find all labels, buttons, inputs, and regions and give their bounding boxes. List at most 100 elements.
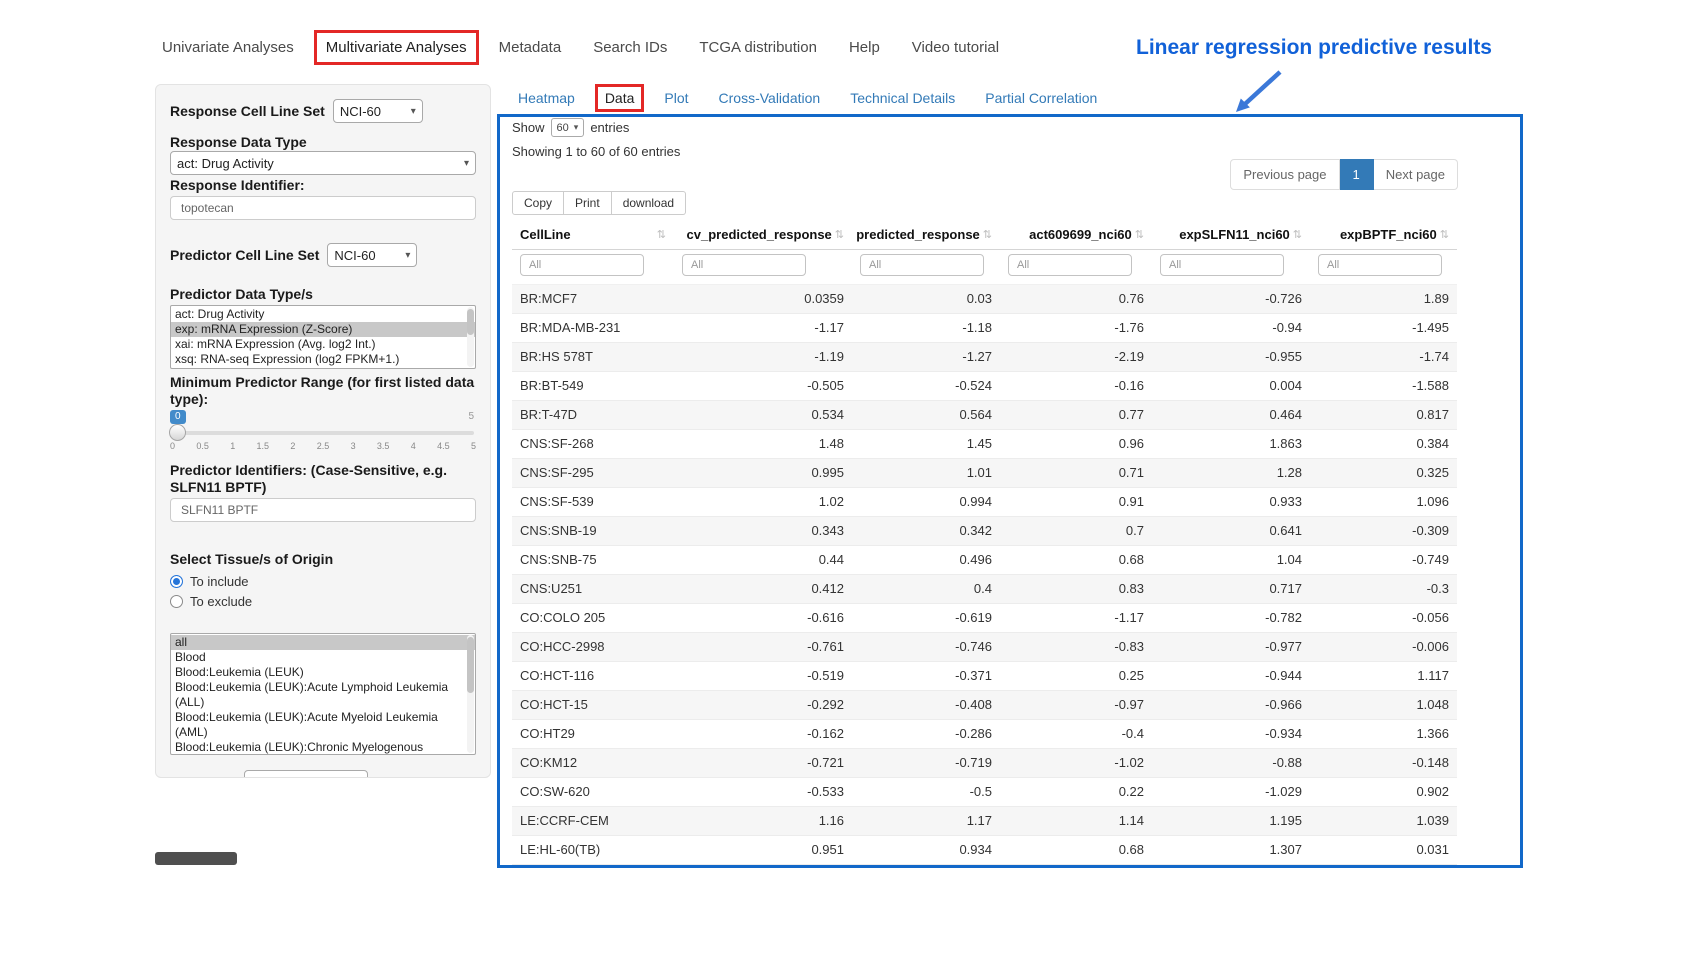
cell-value: 0.933 [1152,487,1310,516]
sort-icon[interactable]: ⇅ [1440,228,1449,241]
filter-input-expbptf-nci60[interactable] [1318,254,1442,276]
cell-value: -0.524 [852,371,1000,400]
radio-to-exclude-row[interactable]: To exclude [170,591,476,611]
response-identifier-input[interactable] [170,196,476,220]
chevron-down-icon: ▾ [464,158,469,169]
cell-value: 0.031 [1310,835,1457,864]
radio-to-include-row[interactable]: To include [170,571,476,591]
filter-input-expslfn11-nci60[interactable] [1160,254,1284,276]
scrollbar[interactable] [467,307,474,367]
cell-value: -0.533 [674,777,852,806]
radio-to-include[interactable] [170,575,183,588]
listbox-option-blood-leukemia-leuk-chronic-myelogenous-leukemia-cml[interactable]: Blood:Leukemia (LEUK):Chronic Myelogenou… [171,740,475,755]
tab-plot[interactable]: Plot [654,84,698,112]
predictor-data-type-options: act: Drug Activityexp: mRNA Expression (… [171,307,475,367]
sort-icon[interactable]: ⇅ [835,228,844,241]
showing-entries-text: Showing 1 to 60 of 60 entries [512,144,680,159]
listbox-option-act-drug-activity[interactable]: act: Drug Activity [171,307,475,322]
previous-page-button[interactable]: Previous page [1230,159,1339,190]
tissue-origin-listbox[interactable]: allBloodBlood:Leukemia (LEUK)Blood:Leuke… [170,633,476,755]
cell-value: 1.89 [1310,284,1457,313]
cell-value: -0.88 [1152,748,1310,777]
page-number-button[interactable]: 1 [1340,159,1374,190]
predictor-data-type-listbox[interactable]: act: Drug Activityexp: mRNA Expression (… [170,305,476,369]
nav-item-univariate-analyses[interactable]: Univariate Analyses [150,30,306,65]
listbox-option-blood-leukemia-leuk-acute-myeloid-leukemia-aml[interactable]: Blood:Leukemia (LEUK):Acute Myeloid Leuk… [171,710,475,740]
slider-tick-5: 5 [471,441,476,451]
cell-line-name: CO:HCT-116 [512,661,674,690]
cell-value: 0.384 [1310,429,1457,458]
listbox-option-blood-leukemia-leuk-acute-lymphoid-leukemia-all[interactable]: Blood:Leukemia (LEUK):Acute Lymphoid Leu… [171,680,475,710]
scrollbar[interactable] [467,635,474,753]
table-row: CNS:SF-2681.481.450.961.8630.384 [512,429,1457,458]
nav-item-metadata[interactable]: Metadata [487,30,574,65]
cell-value: 0.717 [1152,574,1310,603]
cell-value: 1.117 [1310,661,1457,690]
tab-data[interactable]: Data [595,84,645,112]
table-head: CellLine⇅cv_predicted_response⇅predicted… [512,221,1457,284]
copy-button[interactable]: Copy [512,191,564,215]
column-header-predicted-response[interactable]: predicted_response⇅ [852,221,1000,249]
cell-line-name: CNS:SF-268 [512,429,674,458]
annotation-title: Linear regression predictive results [1136,36,1492,60]
slider-max-label: 5 [468,411,474,422]
algorithm-select[interactable]: Linear Regression ▾ [244,770,368,778]
column-label: cv_predicted_response [687,227,832,242]
cell-value: 0.0359 [674,284,852,313]
cell-value: 0.22 [1000,777,1152,806]
filter-input-predicted-response[interactable] [860,254,984,276]
listbox-option-xsq-rna-seq-expression-log2-fpkm-1[interactable]: xsq: RNA-seq Expression (log2 FPKM+1.) [171,352,475,367]
entries-per-page-select[interactable]: 60 ▾ [551,118,585,137]
nav-item-video-tutorial[interactable]: Video tutorial [900,30,1011,65]
table-row: CNS:SF-5391.020.9940.910.9331.096 [512,487,1457,516]
scrollbar-thumb[interactable] [467,637,474,693]
table-body: BR:MCF70.03590.030.76-0.7261.89BR:MDA-MB… [512,284,1457,864]
next-page-button[interactable]: Next page [1374,159,1458,190]
filter-input-cellline[interactable] [520,254,644,276]
filter-input-cv-predicted-response[interactable] [682,254,806,276]
listbox-option-blood[interactable]: Blood [171,650,475,665]
sort-icon[interactable]: ⇅ [1135,228,1144,241]
listbox-option-all[interactable]: all [171,635,475,650]
listbox-option-blood-leukemia-leuk[interactable]: Blood:Leukemia (LEUK) [171,665,475,680]
radio-to-exclude[interactable] [170,595,183,608]
table-row: CO:KM12-0.721-0.719-1.02-0.88-0.148 [512,748,1457,777]
cell-line-name: BR:T-47D [512,400,674,429]
sort-icon[interactable]: ⇅ [983,228,992,241]
column-header-expslfn11-nci60[interactable]: expSLFN11_nci60⇅ [1152,221,1310,249]
cell-value: -0.726 [1152,284,1310,313]
sort-icon[interactable]: ⇅ [1293,228,1302,241]
tab-partial-correlation[interactable]: Partial Correlation [975,84,1107,112]
slider-track[interactable] [172,431,474,435]
response-cell-line-select[interactable]: NCI-60 ▾ [333,99,423,123]
predictor-identifiers-input[interactable] [170,498,476,522]
sort-icon[interactable]: ⇅ [657,228,666,241]
column-header-expbptf-nci60[interactable]: expBPTF_nci60⇅ [1310,221,1457,249]
entries-label: entries [590,120,629,135]
column-header-cellline[interactable]: CellLine⇅ [512,221,674,249]
slider-tick-3-5: 3.5 [377,441,390,451]
column-label: expBPTF_nci60 [1340,227,1437,242]
tab-heatmap[interactable]: Heatmap [508,84,585,112]
column-header-act609699-nci60[interactable]: act609699_nci60⇅ [1000,221,1152,249]
response-data-type-select[interactable]: act: Drug Activity ▾ [170,151,476,175]
nav-item-multivariate-analyses[interactable]: Multivariate Analyses [314,30,479,65]
print-button[interactable]: Print [564,191,612,215]
cell-line-name: CO:HCT-15 [512,690,674,719]
slider-handle[interactable] [169,424,186,441]
predictor-cell-line-select[interactable]: NCI-60 ▾ [327,243,417,267]
listbox-option-xai-mrna-expression-avg-log2-int[interactable]: xai: mRNA Expression (Avg. log2 Int.) [171,337,475,352]
filter-input-act609699-nci60[interactable] [1008,254,1132,276]
column-header-cv-predicted-response[interactable]: cv_predicted_response⇅ [674,221,852,249]
tab-cross-validation[interactable]: Cross-Validation [709,84,831,112]
nav-item-tcga-distribution[interactable]: TCGA distribution [687,30,829,65]
download-button[interactable]: download [612,191,686,215]
nav-item-help[interactable]: Help [837,30,892,65]
cell-value: -1.19 [674,342,852,371]
cell-value: 0.934 [852,835,1000,864]
tab-technical-details[interactable]: Technical Details [840,84,965,112]
nav-item-search-ids[interactable]: Search IDs [581,30,679,65]
listbox-option-exp-mrna-expression-z-score[interactable]: exp: mRNA Expression (Z-Score) [171,322,475,337]
scrollbar-thumb[interactable] [467,309,474,335]
cell-value: -0.309 [1310,516,1457,545]
